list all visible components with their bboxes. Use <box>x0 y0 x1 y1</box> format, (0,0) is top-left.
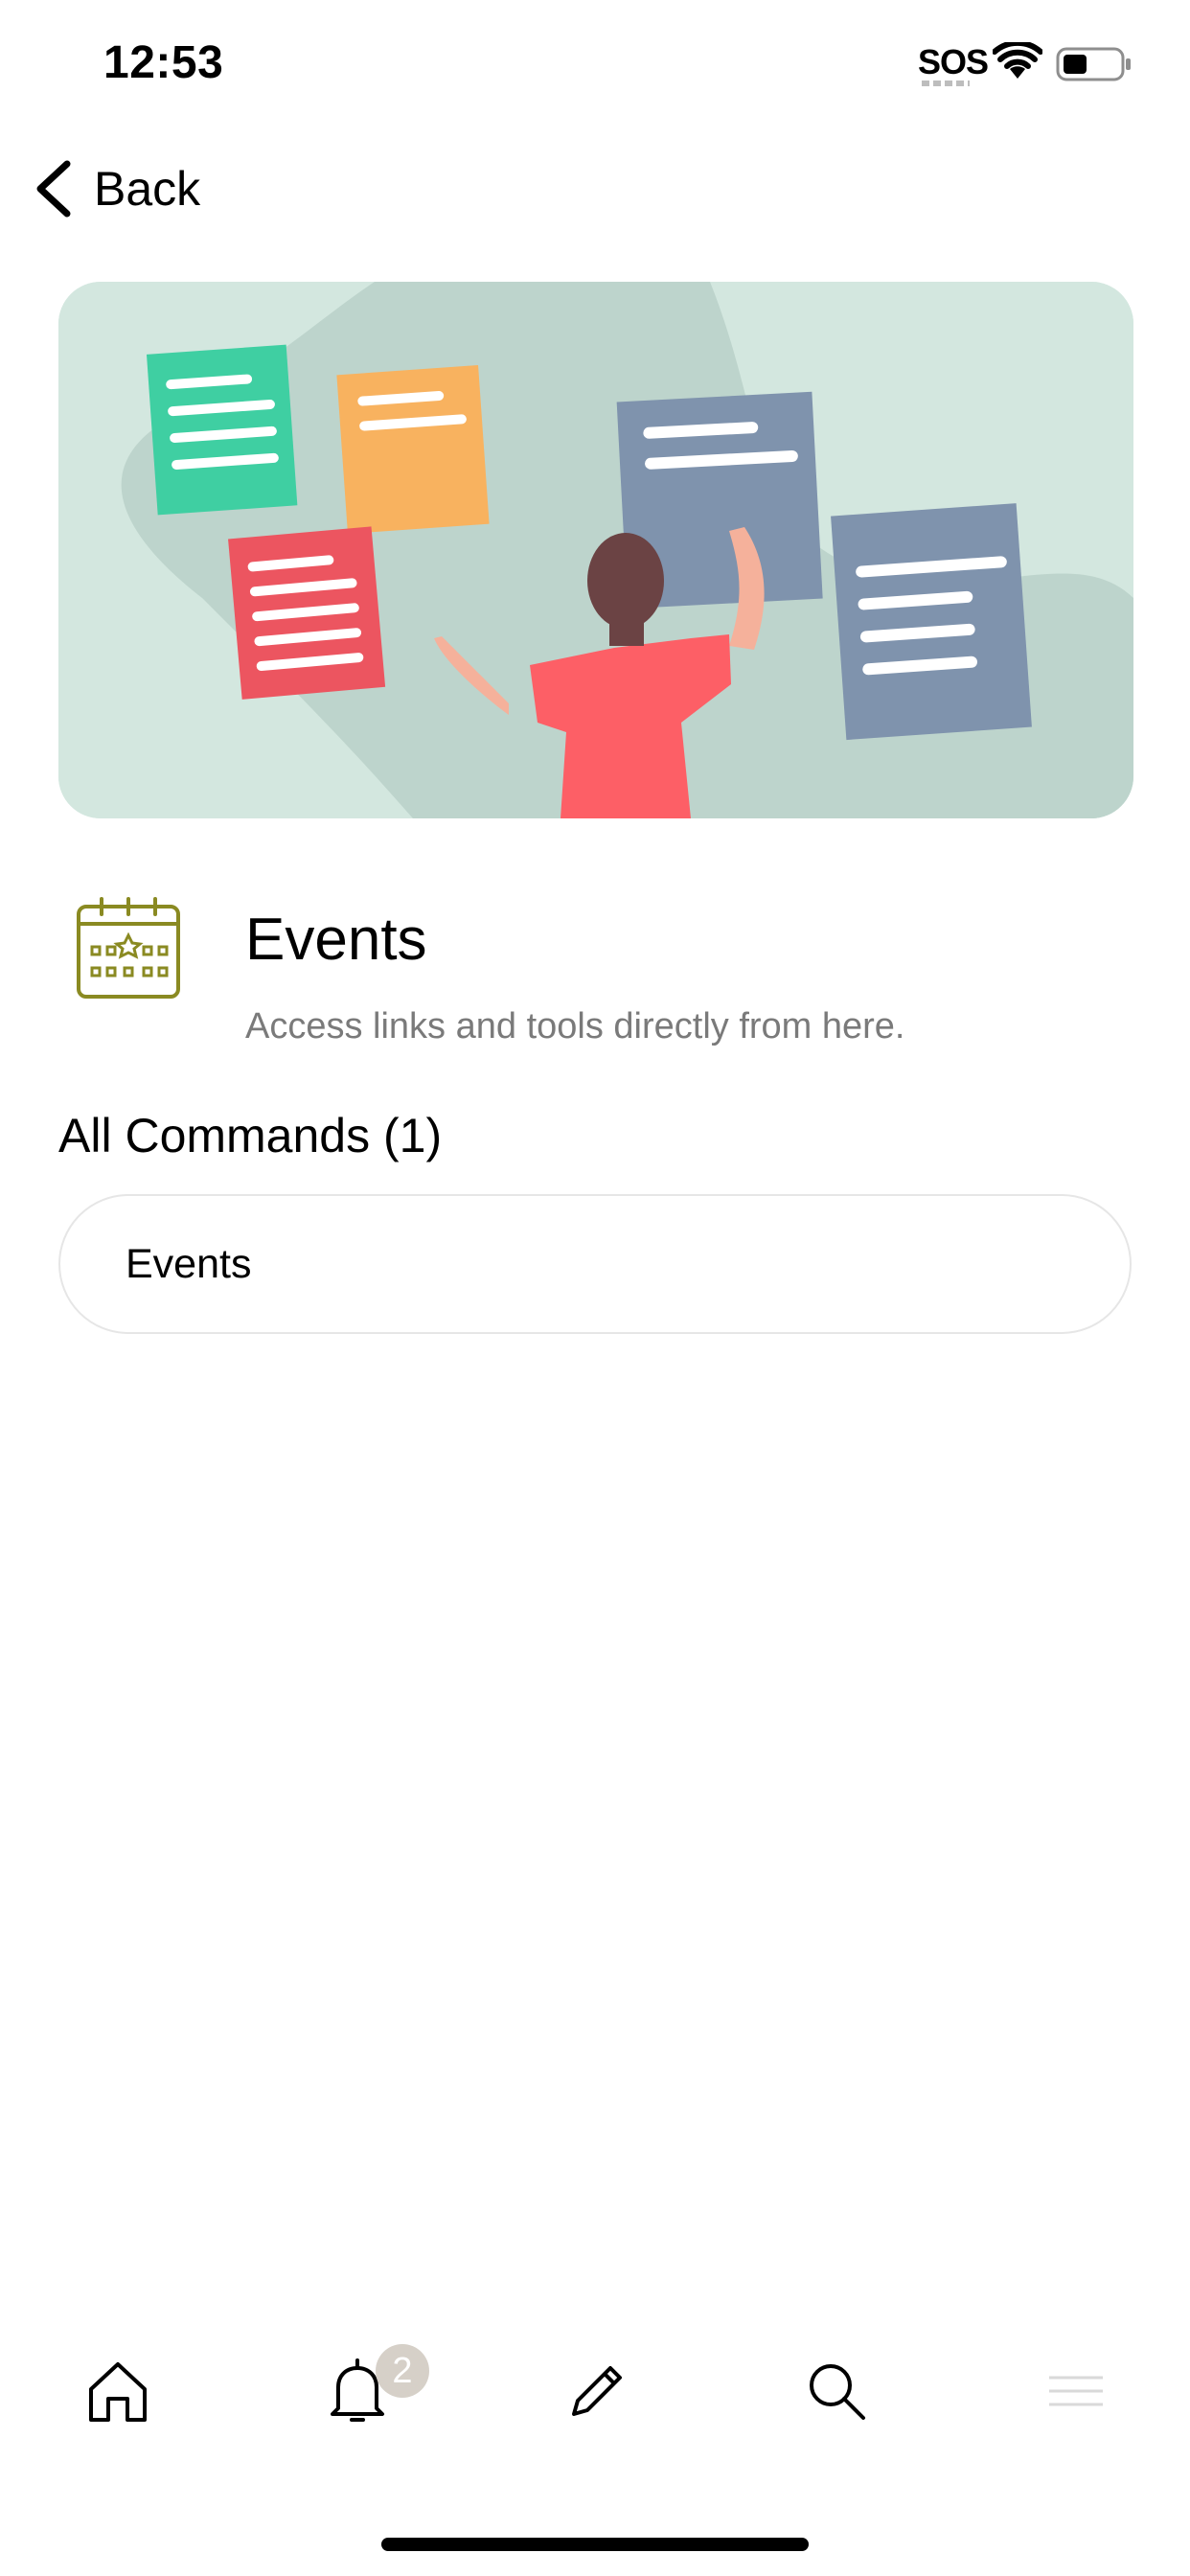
hero-illustration <box>58 282 1133 818</box>
command-item-label: Events <box>126 1240 252 1287</box>
search-icon <box>810 2364 865 2420</box>
calendar-star-icon <box>75 895 182 1002</box>
signal-dots-icon <box>922 80 970 86</box>
tab-menu[interactable] <box>1033 2348 1119 2434</box>
back-label: Back <box>94 162 201 216</box>
battery-icon <box>1056 46 1133 82</box>
back-button[interactable]: Back <box>33 155 200 222</box>
sos-indicator: SOS <box>918 42 989 81</box>
notification-badge: 2 <box>376 2344 429 2398</box>
menu-icon <box>1049 2376 1103 2406</box>
commands-header: All Commands (1) <box>58 1109 443 1162</box>
home-icon <box>89 2362 147 2422</box>
home-indicator <box>381 2538 809 2551</box>
section-title: Events <box>245 907 427 973</box>
section-subtitle: Access links and tools directly from her… <box>245 1006 905 1046</box>
status-time: 12:53 <box>103 37 224 88</box>
command-item-events[interactable]: Events <box>58 1194 1132 1334</box>
wifi-icon <box>992 39 1043 80</box>
tab-compose[interactable] <box>554 2348 640 2434</box>
chevron-left-icon <box>36 160 71 218</box>
tab-search[interactable] <box>793 2348 880 2434</box>
tab-home[interactable] <box>75 2348 161 2434</box>
pencil-icon <box>572 2366 622 2416</box>
